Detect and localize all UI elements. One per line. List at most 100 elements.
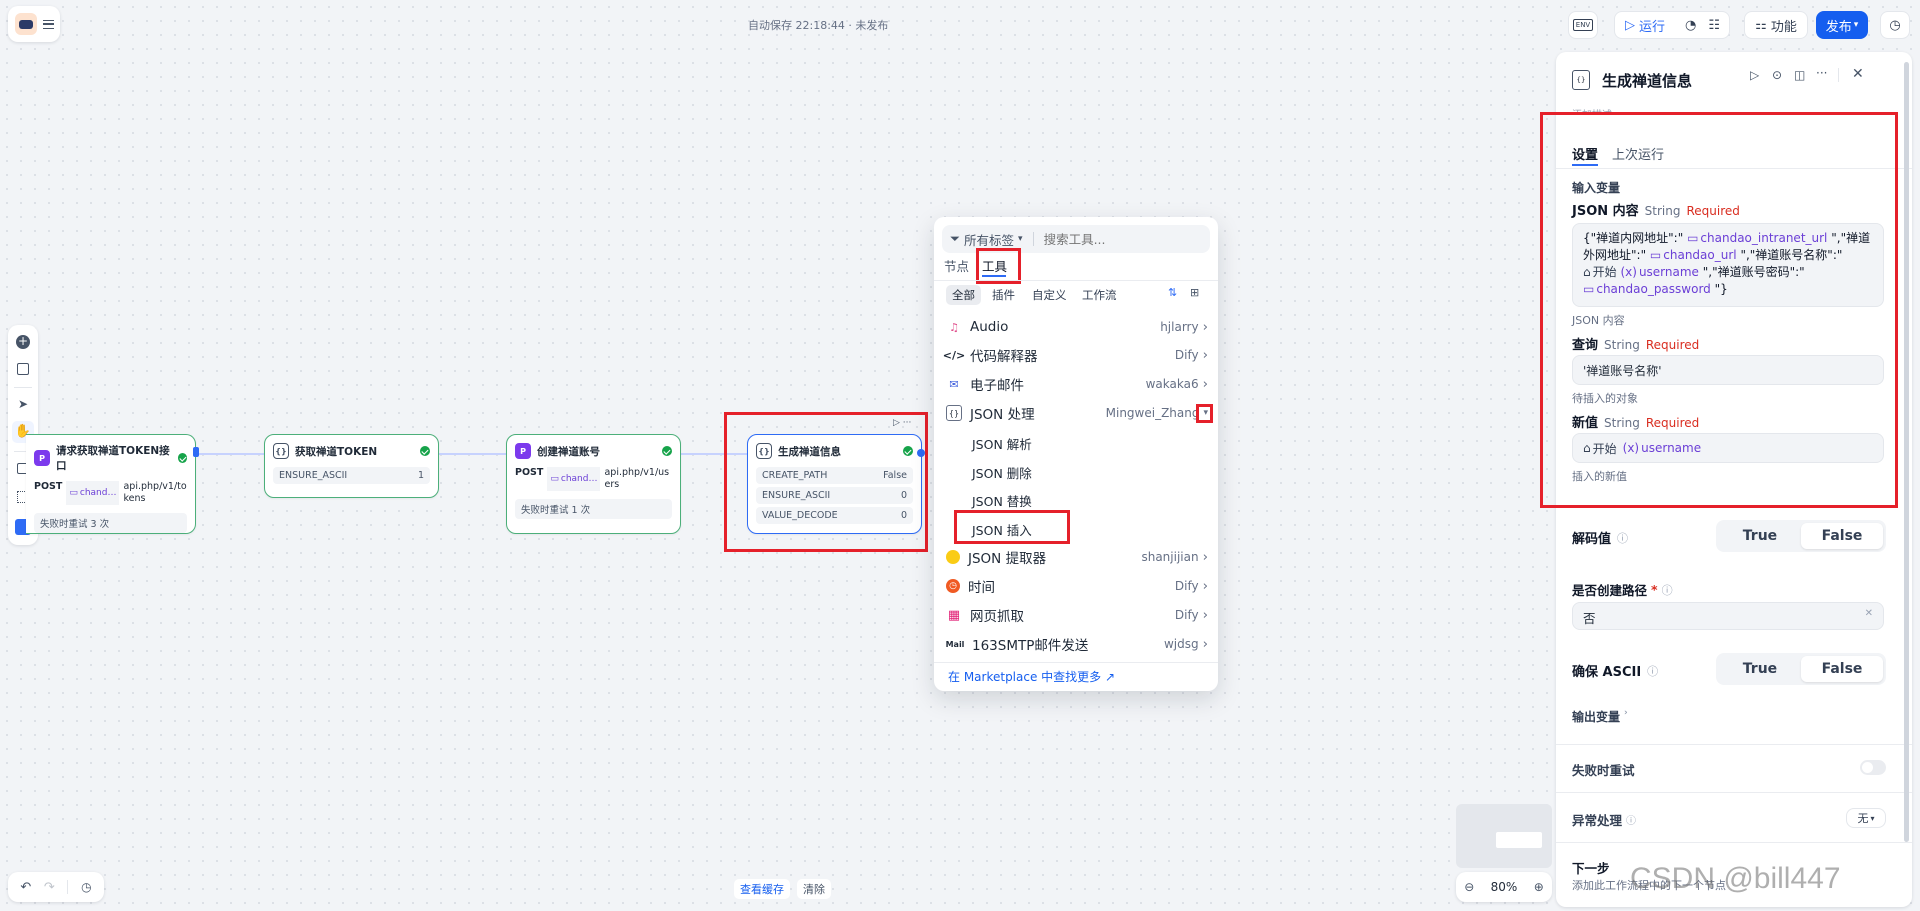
node-run-icon[interactable]: ▷ ···	[893, 418, 911, 428]
tree-view-icon[interactable]: ⊞	[1190, 286, 1199, 299]
ensure-ascii-false[interactable]: False	[1801, 656, 1883, 682]
retry-switch[interactable]	[1860, 760, 1886, 775]
add-node-icon[interactable]: +	[16, 335, 30, 349]
tool-json-extractor[interactable]: JSON 提取器 shanjijian ›	[946, 544, 1208, 570]
json-tool-icon: {}	[756, 443, 772, 459]
zoom-level[interactable]: 80%	[1491, 880, 1518, 894]
env-icon: ENV	[1572, 19, 1594, 31]
variable-icon: ▭	[1649, 248, 1662, 262]
category-workflow[interactable]: 工作流	[1082, 287, 1117, 303]
tool-json-process[interactable]: {} JSON 处理 Mingwei_Zhang ▾	[946, 400, 1208, 426]
tab-tools[interactable]: 工具	[982, 256, 1007, 275]
panel-scrollbar[interactable]	[1904, 62, 1909, 842]
chevron-down-icon[interactable]: ▾	[1203, 408, 1208, 418]
decode-false[interactable]: False	[1801, 523, 1883, 549]
filter-icon: ⏷	[950, 231, 961, 246]
json-content-input[interactable]: {"禅道内网地址":" ▭ chandao_intranet_url ","禅道外…	[1572, 223, 1884, 307]
extractor-icon	[946, 550, 960, 564]
features-button[interactable]: ⚏ 功能	[1744, 11, 1808, 39]
tool-web-scraper[interactable]: ▦ 网页抓取 Dify ›	[946, 602, 1208, 628]
tool-163smtp[interactable]: Mail 163SMTP邮件发送 wjdsg ›	[946, 631, 1208, 657]
output-vars-toggle[interactable]: 输出变量 ›	[1572, 708, 1628, 725]
new-value-input[interactable]: ⌂ 开始 (x) username	[1572, 433, 1884, 463]
undo-redo-bar: ↶ ↷ ◷	[8, 872, 104, 902]
sub-tool-json-parse[interactable]: JSON 解析	[972, 434, 1032, 453]
output-port[interactable]	[193, 447, 199, 457]
query-input[interactable]: '禅道账号名称'	[1572, 355, 1884, 385]
panel-json-icon: {}	[1572, 70, 1590, 90]
tab-nodes[interactable]: 节点	[944, 256, 969, 275]
marketplace-link[interactable]: 在 Marketplace 中查找更多 ↗	[948, 668, 1115, 685]
menu-icon[interactable]	[42, 19, 54, 29]
category-custom[interactable]: 自定义	[1032, 287, 1067, 303]
category-plugin[interactable]: 插件	[992, 287, 1015, 303]
list-icon[interactable]: ☷	[1708, 18, 1720, 33]
tool-audio[interactable]: ♫ Audio hjlarry ›	[946, 314, 1208, 340]
chevron-right-icon: ›	[1202, 347, 1208, 363]
ensure-ascii-label: 确保 ASCII ⓘ	[1572, 664, 1659, 681]
query-hint: 待插入的对象	[1572, 392, 1638, 405]
app-logo[interactable]	[8, 6, 60, 42]
info-icon: ⓘ	[1626, 816, 1637, 827]
home-icon: ⌂	[1583, 441, 1591, 455]
sort-icon[interactable]: ⇅	[1168, 286, 1177, 299]
node-create-account[interactable]: P 创建禅道账号 POST ▭ chand… api.php/v1/users 失…	[506, 434, 681, 534]
help-icon[interactable]: ⊙	[1772, 68, 1782, 82]
sub-tool-json-insert[interactable]: JSON 插入	[972, 520, 1032, 539]
undo-icon[interactable]: ↶	[20, 880, 31, 895]
query-label: 查询	[1572, 338, 1599, 353]
decode-true[interactable]: True	[1719, 523, 1801, 549]
zoom-out-icon[interactable]: ⊖	[1464, 880, 1474, 894]
redo-icon[interactable]: ↷	[44, 880, 55, 895]
tool-email[interactable]: ✉ 电子邮件 wakaka6 ›	[946, 371, 1208, 397]
run-toolbar: ▷ 运行 ◔ ☷	[1614, 11, 1730, 39]
checklist-icon[interactable]: ◔	[1685, 18, 1696, 33]
chevron-down-icon: ▾	[1870, 813, 1875, 823]
history-icon[interactable]: ◷	[81, 880, 91, 894]
tab-underline	[982, 275, 1006, 277]
watermark: CSDN @bill447	[1630, 862, 1841, 895]
tag-filter[interactable]: ⏷ 所有标签 ▾	[950, 230, 1023, 249]
split-view-icon[interactable]: ◫	[1794, 68, 1805, 82]
tool-code-interpreter[interactable]: </> 代码解释器 Dify ›	[943, 342, 1208, 368]
close-icon[interactable]: ✕	[1852, 66, 1864, 82]
description-input[interactable]: 添加描述...	[1572, 106, 1622, 112]
history-button[interactable]: ◷	[1880, 11, 1910, 39]
tool-search-input[interactable]	[1043, 231, 1194, 247]
node-generate-info[interactable]: {} 生成禅道信息 CREATE_PATH False ENSURE_ASCII 0…	[747, 434, 925, 534]
ensure-ascii-true[interactable]: True	[1719, 656, 1801, 682]
chevron-right-icon: ›	[1202, 607, 1208, 623]
node-get-token[interactable]: {} 获取禅道TOKEN ENSURE_ASCII 1	[264, 434, 439, 498]
decode-toggle[interactable]: True False	[1716, 520, 1886, 552]
sub-tool-json-replace[interactable]: JSON 替换	[972, 491, 1032, 510]
ensure-ascii-toggle[interactable]: True False	[1716, 653, 1886, 685]
clock-icon: ◷	[946, 579, 960, 593]
sub-tool-json-delete[interactable]: JSON 删除	[972, 463, 1032, 482]
play-icon: ▷	[1625, 17, 1635, 33]
tab-last-run[interactable]: 上次运行	[1612, 144, 1664, 163]
output-port[interactable]	[917, 449, 925, 457]
run-button[interactable]: ▷ 运行	[1625, 16, 1665, 35]
chevron-right-icon: ›	[1202, 376, 1208, 392]
view-cache-link[interactable]: 查看缓存	[734, 879, 790, 899]
minimap[interactable]	[1456, 804, 1552, 868]
zoom-in-icon[interactable]: ⊕	[1534, 880, 1544, 894]
error-handling-select[interactable]: 无 ▾	[1846, 808, 1886, 828]
run-node-icon[interactable]: ▷	[1750, 68, 1759, 82]
input-vars-heading: 输入变量	[1572, 181, 1621, 195]
new-value-hint: 插入的新值	[1572, 470, 1627, 483]
category-all[interactable]: 全部	[946, 285, 981, 305]
publish-button[interactable]: 发布 ▾	[1816, 11, 1868, 39]
variable-icon: ▭	[550, 474, 559, 484]
add-note-icon[interactable]	[17, 363, 29, 375]
node-request-token[interactable]: P 请求获取禅道TOKEN接口 POST ▭ chand… api.php/v1/…	[26, 434, 199, 534]
env-button[interactable]: ENV	[1568, 11, 1598, 39]
clear-link[interactable]: 清除	[797, 879, 831, 899]
more-icon[interactable]: ···	[1816, 66, 1827, 80]
tab-settings[interactable]: 设置	[1572, 144, 1598, 163]
clear-icon[interactable]: ✕	[1865, 608, 1873, 624]
create-path-select[interactable]: 否 ✕	[1572, 602, 1884, 630]
pointer-icon[interactable]: ➤	[18, 397, 28, 411]
tool-time[interactable]: ◷ 时间 Dify ›	[946, 573, 1208, 599]
mail-icon: Mail	[945, 639, 965, 649]
